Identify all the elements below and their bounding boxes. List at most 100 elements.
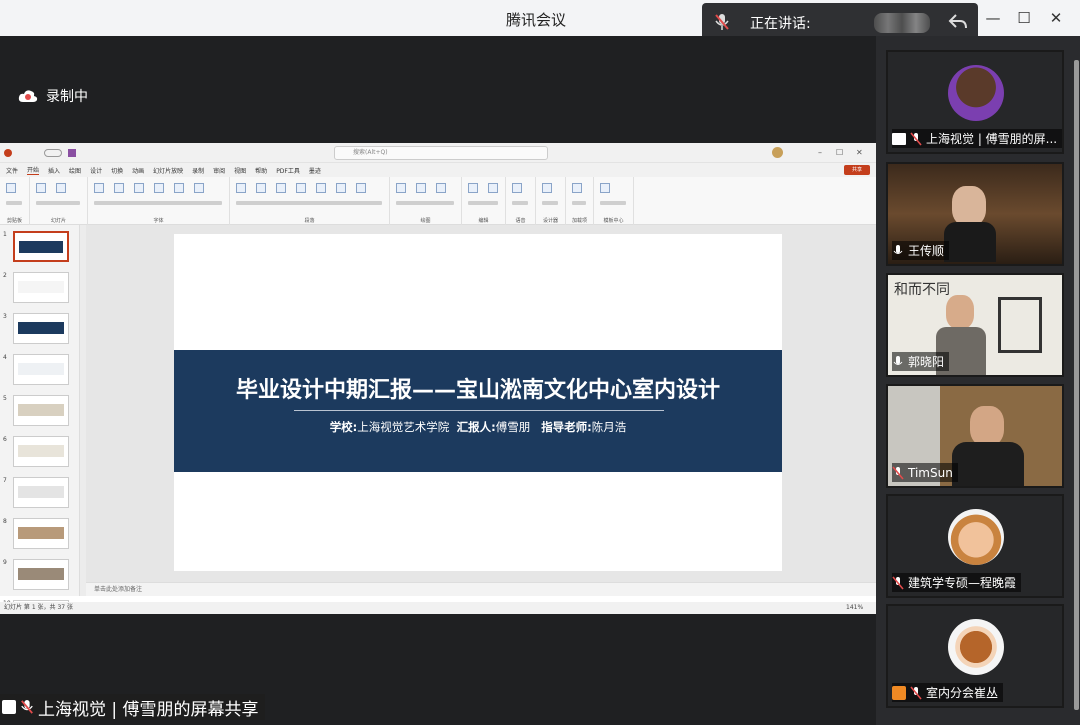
ppt-menu-item[interactable]: 审阅	[213, 166, 225, 175]
ribbon-control[interactable]	[396, 201, 454, 205]
participant-video-face	[946, 295, 974, 329]
participant-tile[interactable]: 王传顺	[886, 162, 1064, 266]
ribbon-control[interactable]	[572, 201, 586, 205]
recording-indicator[interactable]: 录制中	[18, 86, 88, 106]
participant-panel: 上海视觉 | 傅雪朋的屏... 王传顺 和而不同 郭晓阳 TimSun 建筑学专…	[876, 36, 1080, 725]
autosave-toggle[interactable]	[44, 149, 62, 157]
maximize-button[interactable]: ☐	[1013, 8, 1035, 28]
ppt-menu-item[interactable]: 幻灯片放映	[153, 166, 183, 175]
participant-scrollbar[interactable]	[1074, 60, 1079, 710]
ribbon-command-icon[interactable]	[56, 183, 66, 193]
participant-video-face	[970, 406, 1004, 446]
thumbnail-number: 2	[3, 272, 7, 279]
slide-thumbnail[interactable]	[13, 395, 69, 426]
ppt-menu-item[interactable]: 帮助	[255, 166, 267, 175]
ribbon-command-icon[interactable]	[436, 183, 446, 193]
slide-thumbnail[interactable]	[13, 436, 69, 467]
participant-tile[interactable]: 室内分会崔丛	[886, 604, 1064, 708]
ppt-menu-item[interactable]: 开始	[27, 165, 40, 175]
ribbon-command-icon[interactable]	[134, 183, 144, 193]
notes-pane[interactable]: 单击此处添加备注	[86, 582, 876, 596]
participant-tile[interactable]: TimSun	[886, 384, 1064, 488]
ribbon-command-icon[interactable]	[336, 183, 346, 193]
ribbon-command-icon[interactable]	[542, 183, 552, 193]
ribbon-group: 绘图	[390, 177, 462, 225]
ppt-menu-item[interactable]: 墨迹	[309, 166, 321, 175]
participant-tile[interactable]: 上海视觉 | 傅雪朋的屏...	[886, 50, 1064, 154]
ribbon-command-icon[interactable]	[194, 183, 204, 193]
advisor-value: 陈月浩	[591, 420, 627, 434]
screen-share-icon	[892, 132, 906, 145]
ribbon-command-icon[interactable]	[256, 183, 266, 193]
ribbon-command-icon[interactable]	[416, 183, 426, 193]
ribbon-command-icon[interactable]	[572, 183, 582, 193]
ppt-menu-bar: 文件 开始 插入 绘图 设计 切换 动画 幻灯片放映 录制 审阅 视图 帮助 PDF工具 墨迹	[0, 163, 876, 177]
background-poster-art: 和而不同	[894, 282, 950, 298]
reply-arrow-icon[interactable]	[948, 13, 968, 31]
ribbon-command-icon[interactable]	[174, 183, 184, 193]
slide-thumbnail[interactable]	[13, 231, 69, 262]
ribbon-command-icon[interactable]	[154, 183, 164, 193]
ribbon-command-icon[interactable]	[316, 183, 326, 193]
ppt-close-button[interactable]: ✕	[856, 148, 863, 157]
slide-thumbnail[interactable]	[13, 313, 69, 344]
ribbon-control[interactable]	[600, 201, 626, 205]
ppt-menu-item[interactable]: 文件	[6, 166, 18, 175]
ribbon-control[interactable]	[512, 201, 528, 205]
participant-tile[interactable]: 和而不同 郭晓阳	[886, 273, 1064, 377]
current-slide[interactable]: 毕业设计中期汇报——宝山淞南文化中心室内设计 学校:上海视觉艺术学院 汇报人:傅…	[174, 234, 782, 571]
ribbon-control[interactable]	[542, 201, 558, 205]
ppt-menu-item[interactable]: 插入	[48, 166, 60, 175]
slide-thumbnail[interactable]	[13, 477, 69, 508]
thumbnail-number: 1	[3, 231, 7, 238]
slide-thumbnail[interactable]	[13, 354, 69, 385]
ribbon-control[interactable]	[36, 201, 80, 205]
ribbon-command-icon[interactable]	[296, 183, 306, 193]
zoom-level[interactable]: 141%	[846, 602, 863, 614]
ppt-menu-item[interactable]: 绘图	[69, 166, 81, 175]
ribbon-command-icon[interactable]	[356, 183, 366, 193]
ribbon-command-icon[interactable]	[512, 183, 522, 193]
ribbon-control[interactable]	[236, 201, 382, 205]
save-icon[interactable]	[68, 149, 76, 157]
participant-tile[interactable]: 建筑学专硕—程晚霞	[886, 494, 1064, 598]
ppt-menu-item[interactable]: 切换	[111, 166, 123, 175]
user-avatar[interactable]	[772, 147, 783, 158]
ribbon-command-icon[interactable]	[600, 183, 610, 193]
thumbnail-content	[18, 322, 64, 334]
ppt-minimize-button[interactable]: –	[818, 148, 822, 157]
person-icon	[892, 685, 906, 700]
ppt-search-box[interactable]: 搜索(Alt+Q)	[334, 146, 548, 160]
ribbon-command-icon[interactable]	[236, 183, 246, 193]
ppt-menu-item[interactable]: 设计	[90, 166, 102, 175]
ribbon-control[interactable]	[468, 201, 498, 205]
ppt-share-button[interactable]: 共享	[844, 165, 870, 175]
ppt-menu-item[interactable]: 录制	[192, 166, 204, 175]
mic-muted-icon	[715, 14, 729, 30]
minimize-button[interactable]: —	[982, 8, 1004, 28]
ribbon-command-icon[interactable]	[468, 183, 478, 193]
ribbon-command-icon[interactable]	[276, 183, 286, 193]
ribbon-command-icon[interactable]	[36, 183, 46, 193]
ribbon-command-icon[interactable]	[6, 183, 16, 193]
ribbon-command-icon[interactable]	[488, 183, 498, 193]
ppt-menu-item[interactable]: 视图	[234, 166, 246, 175]
ribbon-command-icon[interactable]	[396, 183, 406, 193]
thumbnail-number: 9	[3, 559, 7, 566]
thumbnail-content	[18, 404, 64, 416]
slide-thumbnail-pane: 12345678910	[0, 225, 86, 614]
ribbon-command-icon[interactable]	[94, 183, 104, 193]
ribbon-control[interactable]	[6, 201, 22, 205]
ribbon-group-label: 段落	[304, 218, 315, 224]
ppt-menu-item[interactable]: 动画	[132, 166, 144, 175]
slide-thumbnail[interactable]	[13, 518, 69, 549]
slide-canvas: 毕业设计中期汇报——宝山淞南文化中心室内设计 学校:上海视觉艺术学院 汇报人:傅…	[86, 225, 876, 582]
slide-thumbnail[interactable]	[13, 272, 69, 303]
participant-avatar	[948, 509, 1004, 565]
ppt-menu-item[interactable]: PDF工具	[276, 166, 300, 175]
ribbon-command-icon[interactable]	[114, 183, 124, 193]
ribbon-control[interactable]	[94, 201, 222, 205]
close-button[interactable]: ✕	[1045, 8, 1067, 28]
ppt-maximize-button[interactable]: ☐	[836, 148, 843, 157]
slide-thumbnail[interactable]	[13, 559, 69, 590]
